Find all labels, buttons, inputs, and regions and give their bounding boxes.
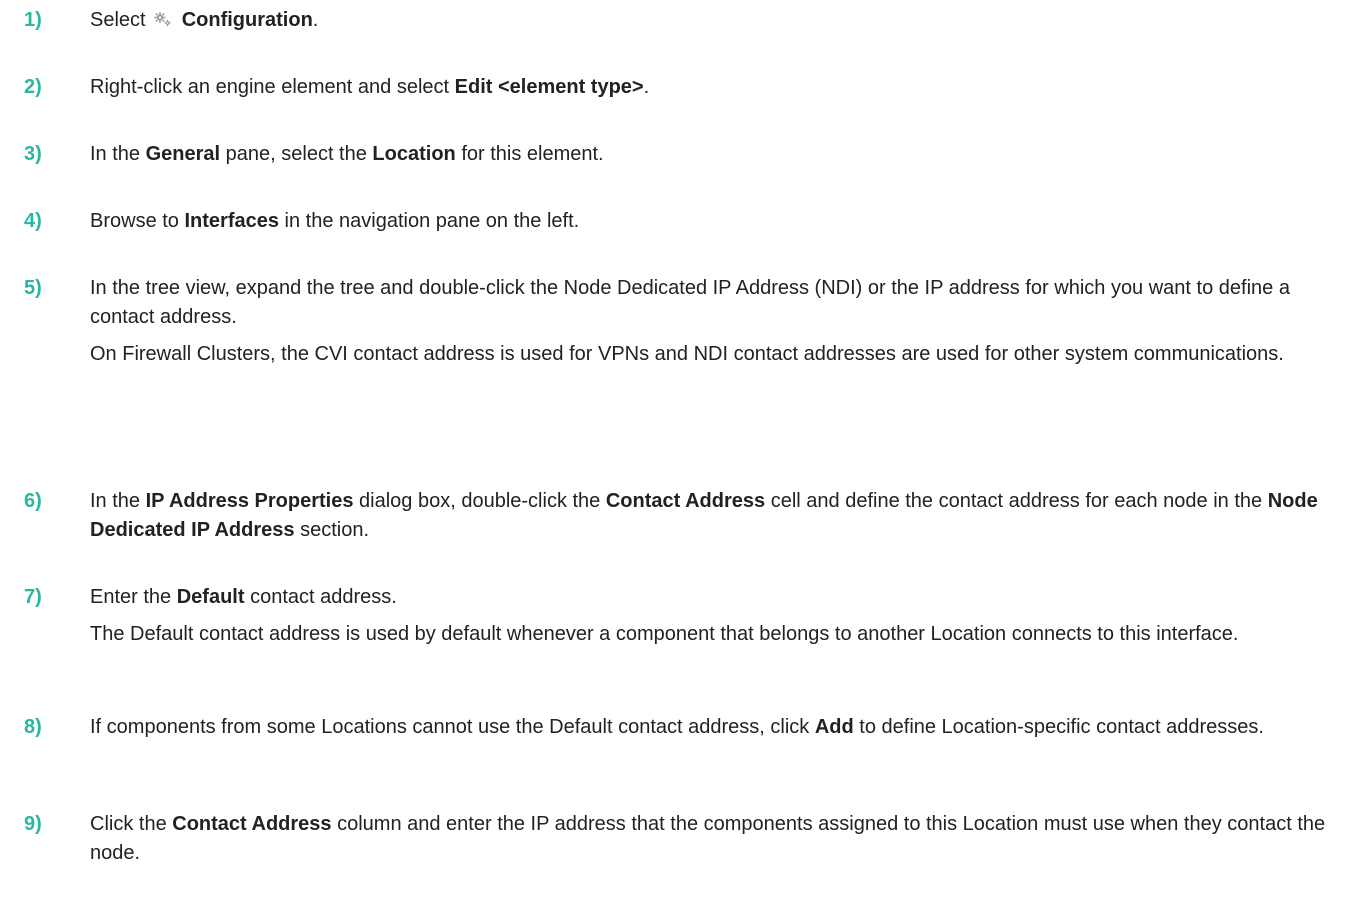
step-body: Enter the Default contact address. The D… <box>90 583 1330 649</box>
text-run: Configuration <box>176 9 313 31</box>
text-run: Edit <element type> <box>454 76 644 98</box>
text-run: Default <box>176 586 245 608</box>
step-body: Browse to Interfaces in the navigation p… <box>90 207 1330 236</box>
text-run: dialog box, double-click the <box>353 490 606 512</box>
step-paragraph: In the IP Address Properties dialog box,… <box>90 487 1330 545</box>
step-number: 8) <box>24 716 42 738</box>
step-number: 4) <box>24 210 42 232</box>
step-number: 9) <box>24 813 42 835</box>
gear-icon <box>154 11 172 27</box>
text-run: for this element. <box>455 143 604 165</box>
step-paragraph: Select Configuration. <box>90 6 1330 35</box>
step-body: Click the Contact Address column and ent… <box>90 810 1330 868</box>
step-number: 1) <box>24 9 42 31</box>
step-number: 6) <box>24 490 42 512</box>
step-note: On Firewall Clusters, the CVI contact ad… <box>90 340 1330 369</box>
text-run: Right-click an engine element and select <box>90 76 455 98</box>
step-paragraph: In the General pane, select the Location… <box>90 140 1330 169</box>
text-run: Click the <box>90 813 173 835</box>
step-number: 5) <box>24 277 42 299</box>
text-run: Contact Address <box>605 490 766 512</box>
text-run: section. <box>294 519 370 541</box>
step-paragraph: Right-click an engine element and select… <box>90 73 1330 102</box>
step-paragraph: Browse to Interfaces in the navigation p… <box>90 207 1330 236</box>
step-number: 2) <box>24 76 42 98</box>
step-body: In the General pane, select the Location… <box>90 140 1330 169</box>
text-run: The Default contact address is used by d… <box>90 623 1239 645</box>
text-run: Location <box>372 143 456 165</box>
step-note: The Default contact address is used by d… <box>90 620 1330 649</box>
text-run: In the <box>90 143 146 165</box>
step-body: In the tree view, expand the tree and do… <box>90 274 1330 369</box>
text-run: contact address. <box>244 586 397 608</box>
text-run: cell and define the contact address for … <box>765 490 1268 512</box>
step-number: 7) <box>24 586 42 608</box>
step-paragraph: Enter the Default contact address. <box>90 583 1330 612</box>
text-run: Interfaces <box>184 210 279 232</box>
step-paragraph: If components from some Locations cannot… <box>90 713 1330 742</box>
step-body: Select Configuration. <box>90 6 1330 35</box>
step-body: In the IP Address Properties dialog box,… <box>90 487 1330 545</box>
step-number: 3) <box>24 143 42 165</box>
text-run: If components from some Locations cannot… <box>90 716 815 738</box>
text-run: Select <box>90 9 152 31</box>
text-run: pane, select the <box>220 143 373 165</box>
text-run: Add <box>814 716 854 738</box>
text-run: Contact Address <box>172 813 332 835</box>
step-body: If components from some Locations cannot… <box>90 713 1330 742</box>
text-run: to define Location-specific contact addr… <box>853 716 1264 738</box>
text-run: In the tree view, expand the tree and do… <box>90 277 1290 328</box>
text-run: . <box>312 9 319 31</box>
text-run: Browse to <box>90 210 185 232</box>
text-run: Enter the <box>90 586 177 608</box>
text-run: General <box>145 143 221 165</box>
step-paragraph: Click the Contact Address column and ent… <box>90 810 1330 868</box>
text-run: in the navigation pane on the left. <box>278 210 580 232</box>
step-paragraph: In the tree view, expand the tree and do… <box>90 274 1330 332</box>
text-run: IP Address Properties <box>145 490 354 512</box>
text-run: In the <box>90 490 146 512</box>
step-body: Right-click an engine element and select… <box>90 73 1330 102</box>
text-run: . <box>643 76 650 98</box>
text-run: On Firewall Clusters, the CVI contact ad… <box>90 343 1284 365</box>
